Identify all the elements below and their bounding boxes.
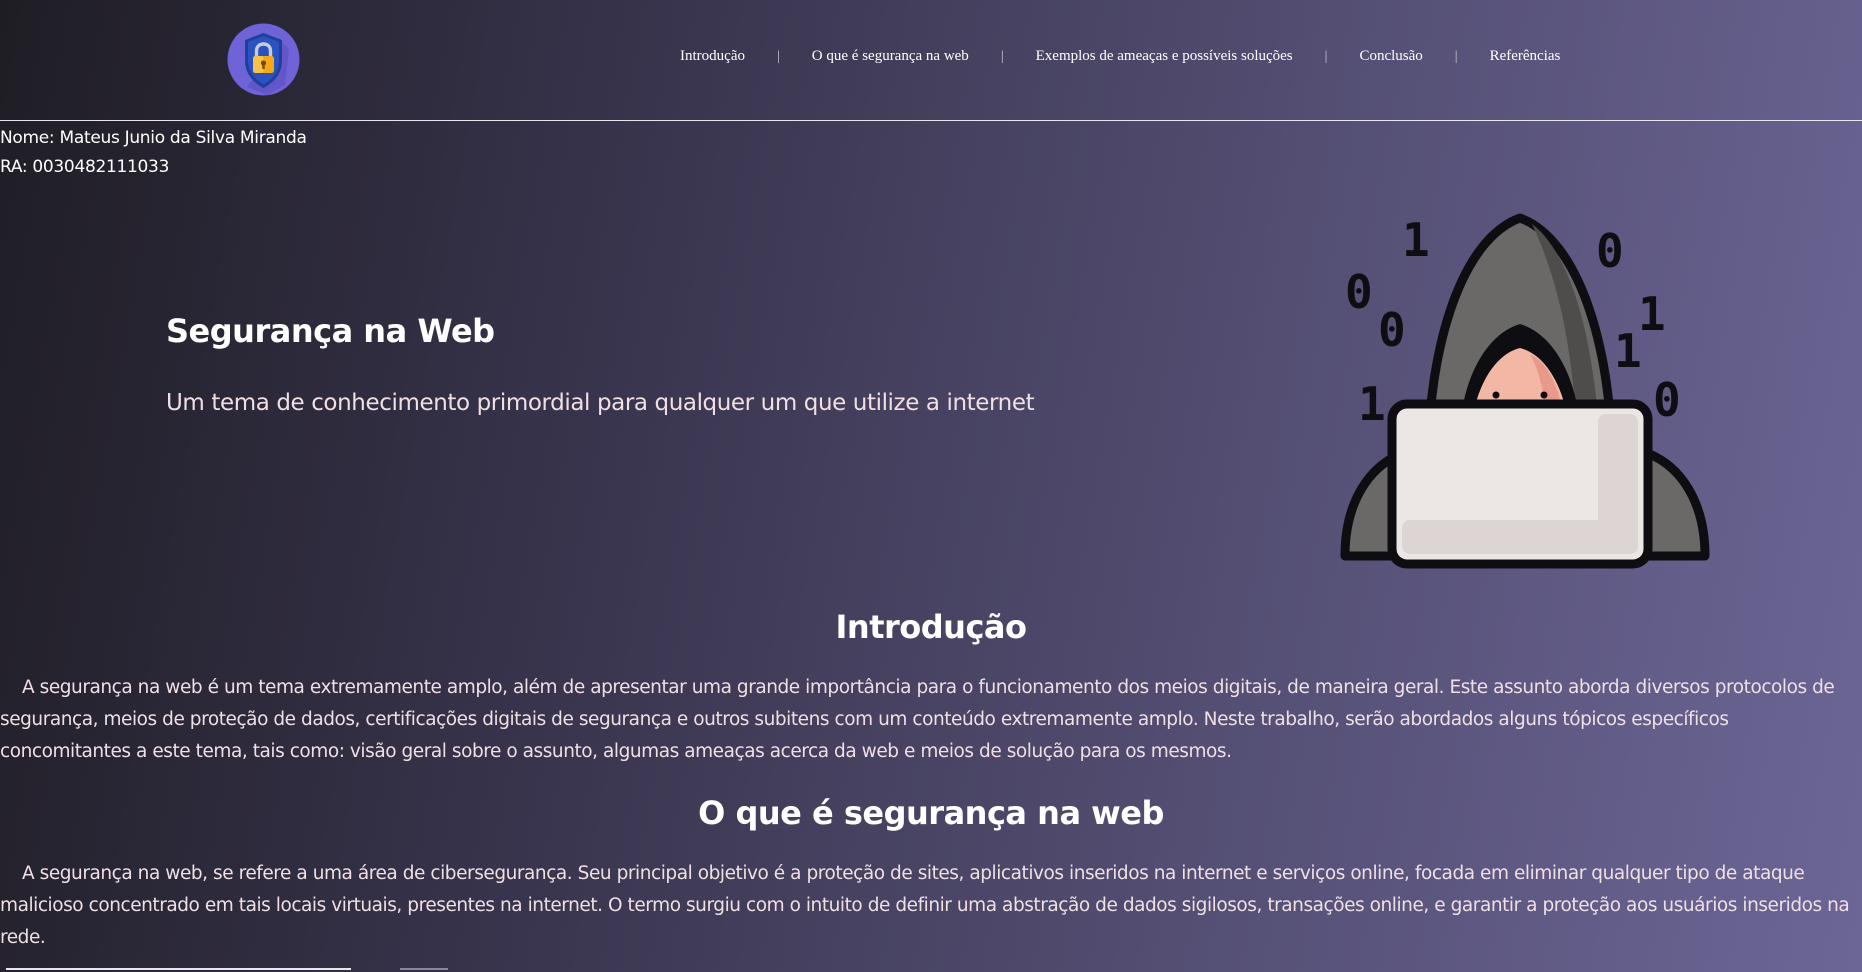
nav-link-referencias[interactable]: Referências: [1490, 48, 1561, 65]
binary-digit: 0: [1345, 265, 1373, 319]
section-title-o-que-e-seguranca: O que é segurança na web: [698, 794, 1164, 832]
binary-digit: 0: [1378, 303, 1406, 357]
nav-link-exemplos-ameacas[interactable]: Exemplos de ameaças e possíveis soluções: [1036, 48, 1293, 65]
bottom-edge-divider: [6, 968, 351, 970]
section-text-o-que-e-seguranca: A segurança na web, se refere a uma área…: [0, 863, 1850, 948]
binary-digit: 0: [1653, 373, 1681, 427]
binary-digit: 1: [1638, 287, 1666, 341]
student-info: Nome: Mateus Junio da Silva Miranda RA: …: [0, 124, 307, 182]
nav-separator: |: [1324, 48, 1328, 64]
nav-separator: |: [1000, 48, 1004, 64]
nav-link-conclusao[interactable]: Conclusão: [1359, 48, 1422, 65]
bottom-edge-divider: [400, 968, 448, 970]
student-name: Nome: Mateus Junio da Silva Miranda: [0, 128, 307, 148]
hero-subtitle: Um tema de conhecimento primordial para …: [166, 390, 1035, 416]
section-text-introducao: A segurança na web é um tema extremament…: [0, 677, 1835, 762]
student-ra: RA: 0030482111033: [0, 157, 170, 177]
hero-title: Segurança na Web: [166, 312, 495, 350]
nav-separator: |: [1454, 48, 1458, 64]
padlock-shield-icon[interactable]: [227, 23, 300, 96]
hacker-laptop-icon: 1 0 0 0 1 1 1 0: [1340, 213, 1710, 569]
main-nav: Introdução | O que é segurança na web | …: [680, 48, 1560, 65]
nav-link-introducao[interactable]: Introdução: [680, 48, 745, 65]
section-title-introducao: Introdução: [835, 608, 1027, 646]
nav-separator: |: [776, 48, 780, 64]
binary-digit: 1: [1614, 324, 1642, 378]
binary-digit: 1: [1358, 377, 1386, 431]
binary-digit: 1: [1402, 213, 1430, 267]
site-header: Introdução | O que é segurança na web | …: [0, 0, 1862, 121]
binary-digit: 0: [1596, 224, 1624, 278]
nav-link-o-que-e-seguranca[interactable]: O que é segurança na web: [812, 48, 969, 65]
